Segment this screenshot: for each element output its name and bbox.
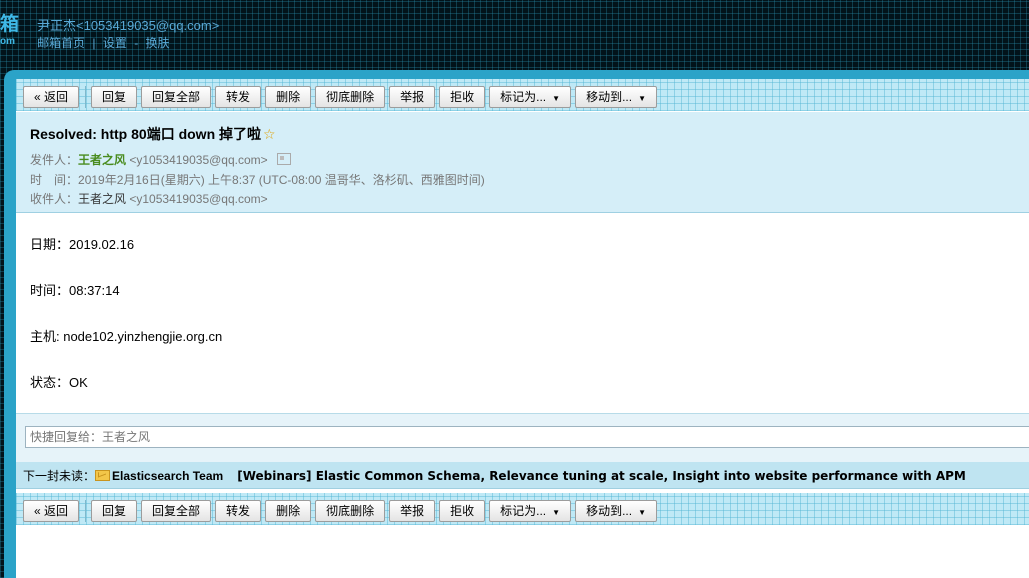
toolbar-divider: [85, 86, 87, 108]
nav-dash: -: [134, 36, 139, 50]
chevron-down-icon: ▼: [638, 94, 646, 103]
add-contact-icon[interactable]: [277, 153, 292, 165]
sender-row: 发件人：王者之风 <y1053419035@qq.com>: [30, 151, 292, 168]
mark-as-label: 标记为...: [500, 504, 547, 518]
reject-button[interactable]: 拒收: [439, 86, 486, 108]
forward-button[interactable]: 转发: [215, 500, 262, 522]
move-to-label: 移动到...: [586, 90, 633, 104]
top-header: 箱 om 尹正杰<1053419035@qq.com> 邮箱首页 | 设置 - …: [0, 0, 1029, 70]
mark-as-label: 标记为...: [500, 90, 547, 104]
next-mail-sender[interactable]: Elasticsearch Team: [112, 469, 223, 483]
toolbar-divider: [85, 500, 87, 522]
reply-button[interactable]: 回复: [91, 86, 138, 108]
user-account: 尹正杰<1053419035@qq.com>: [37, 18, 220, 33]
reply-all-button[interactable]: 回复全部: [141, 500, 212, 522]
chevron-down-icon: ▼: [638, 508, 646, 517]
message-subject: Resolved: http 80端口 down 掉了啦 ☆: [30, 124, 276, 144]
mark-as-dropdown[interactable]: 标记为... ▼: [489, 86, 572, 108]
logo-char: 箱: [0, 14, 20, 35]
from-label: 发件人：: [30, 153, 79, 167]
logo-suffix: om: [0, 36, 15, 47]
next-mail-subject[interactable]: [Webinars] Elastic Common Schema, Releva…: [237, 469, 966, 483]
time-row: 时 间：2019年2月16日(星期六) 上午8:37 (UTC-08:00 温哥…: [30, 171, 485, 188]
envelope-icon: [95, 470, 111, 481]
move-to-dropdown[interactable]: 移动到... ▼: [575, 500, 657, 522]
chevron-down-icon: ▼: [552, 508, 561, 517]
delete-permanently-button[interactable]: 彻底删除: [315, 500, 386, 522]
subject-text: Resolved: http 80端口 down 掉了啦: [30, 126, 262, 142]
next-unread-bar: 下一封未读： Elasticsearch Team [Webinars] Elast…: [16, 462, 1029, 489]
delete-permanently-button[interactable]: 彻底删除: [315, 86, 386, 108]
to-label: 收件人：: [30, 192, 79, 206]
reply-button[interactable]: 回复: [91, 500, 138, 522]
mail-logo[interactable]: 箱 om: [0, 14, 19, 48]
mailbox-home-link[interactable]: 邮箱首页: [37, 36, 85, 50]
recipient-address: <y1053419035@qq.com>: [129, 192, 268, 206]
reject-button[interactable]: 拒收: [439, 500, 486, 522]
body-line-time: 时间：08:37:14: [30, 283, 120, 298]
change-skin-link[interactable]: 换肤: [146, 36, 170, 50]
next-unread-label: 下一封未读：: [23, 469, 96, 483]
mark-as-dropdown[interactable]: 标记为... ▼: [489, 500, 572, 522]
delete-button[interactable]: 删除: [265, 500, 312, 522]
report-button[interactable]: 举报: [389, 500, 436, 522]
report-button[interactable]: 举报: [389, 86, 436, 108]
time-value: 2019年2月16日(星期六) 上午8:37 (UTC-08:00 温哥华、洛杉…: [78, 173, 485, 187]
move-to-label: 移动到...: [586, 504, 633, 518]
sender-address: <y1053419035@qq.com>: [129, 153, 268, 167]
body-line-status: 状态：OK: [30, 375, 88, 390]
content-frame: « 返回 回复 回复全部 转发 删除 彻底删除 举报 拒收 标记为... ▼ 移动…: [4, 70, 1029, 578]
toolbar-bottom: « 返回 回复 回复全部 转发 删除 彻底删除 举报 拒收 标记为... ▼ 移动…: [16, 493, 1029, 525]
delete-button[interactable]: 删除: [265, 86, 312, 108]
message-header: Resolved: http 80端口 down 掉了啦 ☆ 发件人：王者之风 <…: [16, 112, 1029, 213]
nav-separator: |: [92, 36, 96, 50]
body-line-date: 日期：2019.02.16: [30, 237, 135, 252]
toolbar-top: « 返回 回复 回复全部 转发 删除 彻底删除 举报 拒收 标记为... ▼ 移动…: [16, 79, 1029, 111]
chevron-down-icon: ▼: [552, 94, 561, 103]
sender-name[interactable]: 王者之风: [78, 153, 126, 167]
quick-reply-input[interactable]: [25, 426, 1029, 448]
time-label: 时 间：: [30, 173, 79, 187]
move-to-dropdown[interactable]: 移动到... ▼: [575, 86, 657, 108]
recipient-row: 收件人：王者之风 <y1053419035@qq.com>: [30, 190, 268, 207]
settings-link[interactable]: 设置: [103, 36, 127, 50]
forward-button[interactable]: 转发: [215, 86, 262, 108]
body-line-host: 主机: node102.yinzhengjie.org.cn: [30, 329, 223, 344]
back-button[interactable]: « 返回: [23, 86, 80, 108]
star-icon[interactable]: ☆: [263, 126, 276, 142]
message-panel: « 返回 回复 回复全部 转发 删除 彻底删除 举报 拒收 标记为... ▼ 移动…: [16, 79, 1029, 578]
back-button[interactable]: « 返回: [23, 500, 80, 522]
recipient-name[interactable]: 王者之风: [78, 192, 126, 206]
reply-all-button[interactable]: 回复全部: [141, 86, 212, 108]
quick-reply-area: [16, 413, 1029, 462]
top-nav: 邮箱首页 | 设置 - 换肤: [37, 34, 170, 51]
